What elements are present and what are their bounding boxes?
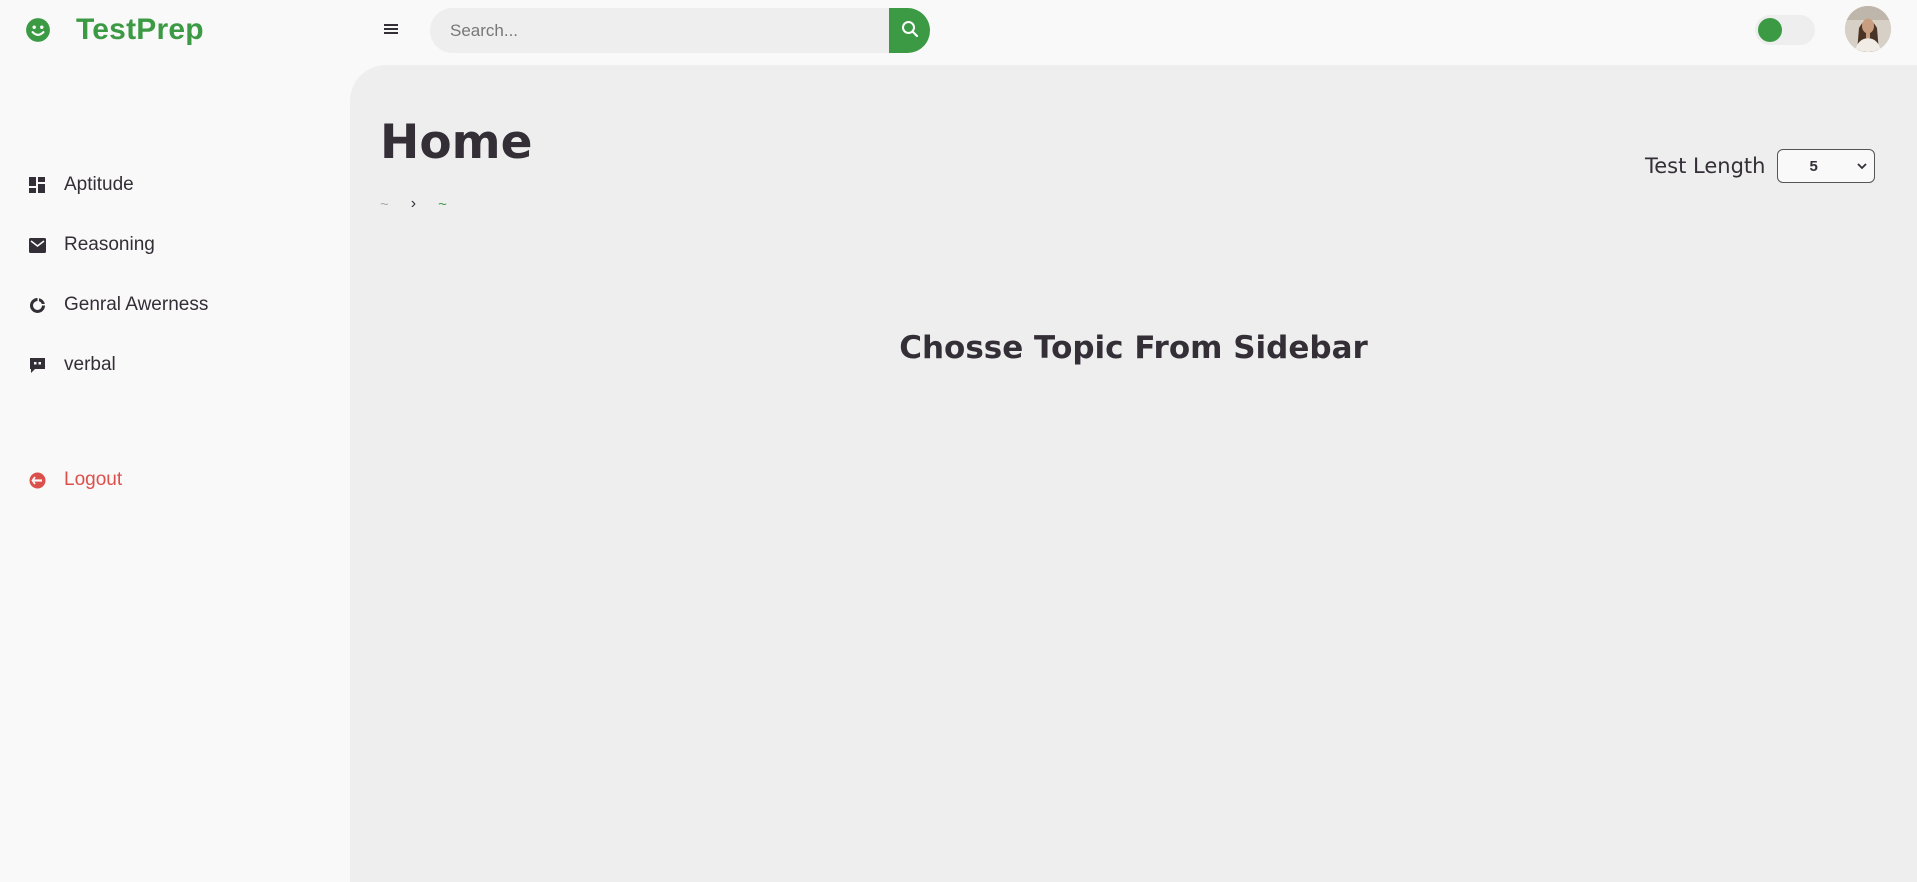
brand[interactable]: TestPrep [24,10,204,50]
pie-chart-icon [28,296,46,314]
page-title: Home [380,115,533,170]
topbar [350,0,1917,60]
test-length-control: Test Length 5 [1645,149,1876,183]
dashboard-icon [28,176,46,194]
test-length-value: 5 [1809,158,1818,175]
sidebar-item-reasoning[interactable]: Reasoning [0,215,350,275]
sidebar-item-label: Genral Awerness [64,294,209,315]
logout-circle-icon [28,471,46,489]
test-length-label: Test Length [1645,154,1766,178]
breadcrumb: ~ › ~ [380,195,447,213]
toggle-knob [1758,18,1782,42]
sidebar-item-genral-awerness[interactable]: Genral Awerness [0,275,350,335]
logout-label: Logout [64,469,123,490]
theme-toggle[interactable] [1755,15,1815,45]
sidebar-item-label: verbal [64,354,116,375]
chat-bubble-icon [28,356,46,374]
main-content: Home ~ › ~ Test Length 5 Chosse Topic Fr… [350,65,1917,882]
logout-button[interactable]: Logout [0,450,350,510]
test-length-select[interactable]: 5 [1777,149,1876,183]
side-menu: Aptitude Reasoning Genral Awerness verba… [0,155,350,395]
search-form [430,8,930,53]
smile-icon [24,16,52,44]
brand-name: TestPrep [76,13,204,46]
sidebar-item-label: Reasoning [64,234,155,255]
breadcrumb-active[interactable]: ~ [438,196,447,213]
chevron-down-icon [1856,159,1868,176]
chevron-right-icon: › [410,195,417,212]
sidebar-item-verbal[interactable]: verbal [0,335,350,395]
envelope-icon [28,236,46,254]
hamburger-menu-icon[interactable] [380,18,402,40]
search-button[interactable] [889,8,930,53]
avatar[interactable] [1845,6,1891,52]
logout-menu: Logout [0,450,350,510]
sidebar-item-aptitude[interactable]: Aptitude [0,155,350,215]
breadcrumb-home[interactable]: ~ [380,196,389,213]
search-input[interactable] [430,8,889,53]
sidebar-item-label: Aptitude [64,174,134,195]
search-icon [901,20,919,41]
empty-state-message: Chosse Topic From Sidebar [899,330,1368,366]
sidebar: TestPrep Aptitude Reasoning Genral Awern… [0,0,350,882]
